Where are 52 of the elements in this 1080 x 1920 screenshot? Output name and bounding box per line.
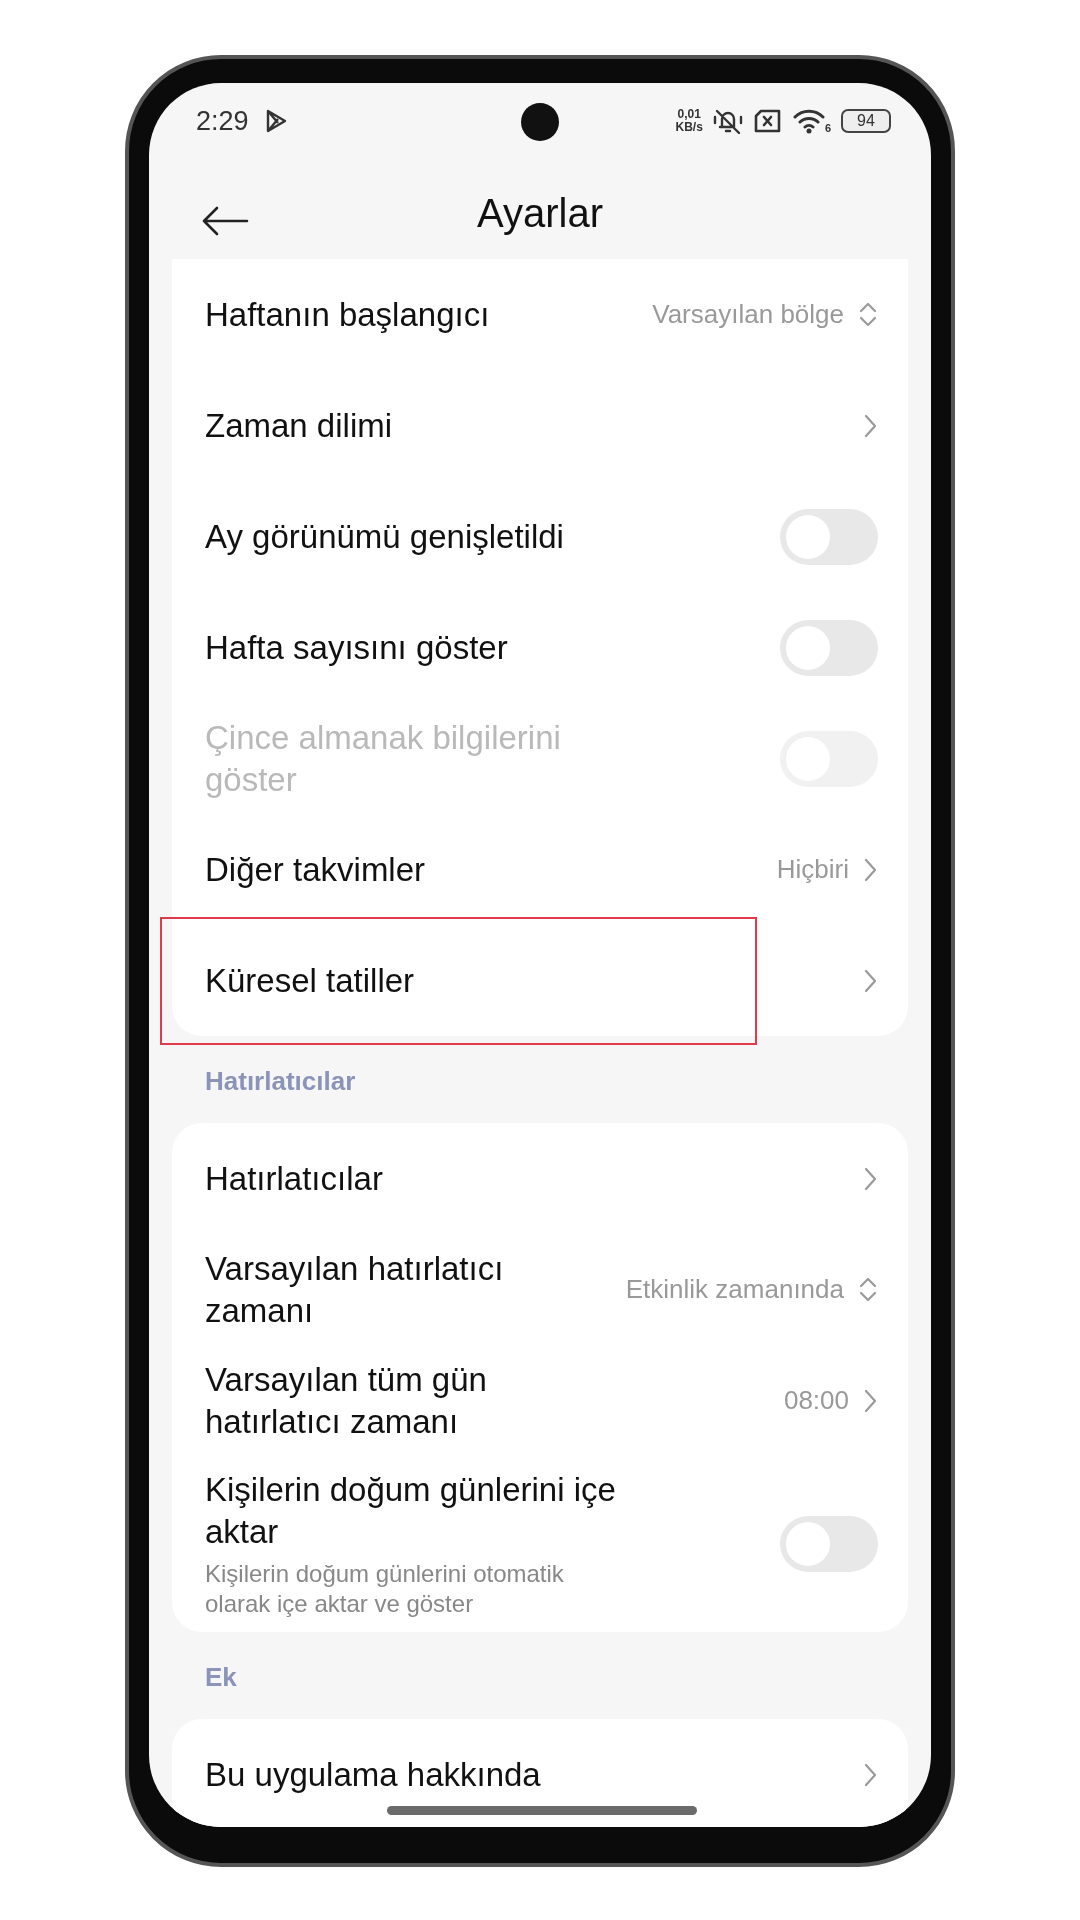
- chevron-right-icon: [863, 1166, 878, 1191]
- settings-row[interactable]: Kişilerin doğum günlerini içe aktar Kişilerin doğum günlerini otomatik olarak içe aktar ve göster: [172, 1456, 908, 1632]
- chevron-right-icon: [863, 968, 878, 993]
- row-description: Kişilerin doğum günlerini otomatik olarak içe aktar ve göster: [205, 1559, 565, 1619]
- settings-row[interactable]: Küresel tatiller: [172, 925, 908, 1036]
- up-down-arrows-icon: [858, 301, 878, 328]
- muted-bell-icon: [712, 107, 743, 135]
- chevron-right-icon: [863, 1762, 878, 1787]
- clock-time: 2:29: [196, 105, 249, 137]
- row-label: Çince almanak bilgilerini göster: [205, 717, 562, 800]
- chevron-right-icon: [863, 1388, 878, 1413]
- settings-row[interactable]: Varsayılan tüm gün hatırlatıcı zamanı 08:00: [172, 1345, 908, 1456]
- back-arrow-icon: [201, 206, 249, 236]
- row-value: Hiçbiri: [776, 854, 849, 885]
- page-title: Ayarlar: [477, 190, 603, 236]
- row-label: Varsayılan tüm gün hatırlatıcı zamanı: [205, 1359, 488, 1442]
- back-button[interactable]: [201, 206, 249, 236]
- settings-row[interactable]: Varsayılan hatırlatıcı zamanı Etkinlik zamanında: [172, 1234, 908, 1345]
- data-speed-value: 0,01: [677, 108, 701, 121]
- camera-hole: [521, 103, 559, 141]
- row-label: Kişilerin doğum günlerini içe aktar: [205, 1470, 617, 1552]
- row-label: Diğer takvimler: [205, 849, 426, 890]
- play-store-icon: [264, 109, 287, 133]
- row-value: Etkinlik zamanında: [625, 1274, 844, 1305]
- sim-error-icon: [752, 108, 783, 134]
- chevron-right-icon: [863, 413, 878, 438]
- row-label: Hafta sayısını göster: [205, 627, 508, 668]
- row-label: Küresel tatiller: [205, 960, 415, 1001]
- settings-row[interactable]: Diğer takvimler Hiçbiri: [172, 814, 908, 925]
- settings-row[interactable]: Zaman dilimi: [172, 370, 908, 481]
- row-label: Hatırlatıcılar: [205, 1158, 383, 1199]
- row-label: Zaman dilimi: [205, 405, 393, 446]
- row-label: Ay görünümü genişletildi: [205, 516, 564, 557]
- battery-indicator: 94: [841, 109, 891, 133]
- row-label: Bu uygulama hakkında: [205, 1754, 541, 1795]
- settings-row[interactable]: Hatırlatıcılar: [172, 1123, 908, 1234]
- settings-row[interactable]: Hafta sayısını göster: [172, 592, 908, 703]
- section-header: Hatırlatıcılar: [204, 1065, 357, 1098]
- chevron-right-icon: [863, 857, 878, 882]
- row-label: Varsayılan hatırlatıcı zamanı: [205, 1248, 505, 1331]
- row-value: 08:00: [783, 1385, 849, 1416]
- row-label: Haftanın başlangıcı: [205, 294, 490, 335]
- settings-row[interactable]: Bu uygulama hakkında: [172, 1719, 908, 1827]
- home-indicator[interactable]: [387, 1806, 697, 1815]
- data-speed-unit: KB/s: [675, 121, 703, 134]
- wifi-label: 6: [824, 122, 831, 134]
- wifi-icon: [792, 108, 825, 134]
- section-header: Ek: [204, 1661, 238, 1694]
- settings-row[interactable]: Ay görünümü genişletildi: [172, 481, 908, 592]
- row-value: Varsayılan bölge: [652, 299, 844, 330]
- up-down-arrows-icon: [858, 1276, 878, 1303]
- settings-row[interactable]: Haftanın başlangıcı Varsayılan bölge: [172, 259, 908, 370]
